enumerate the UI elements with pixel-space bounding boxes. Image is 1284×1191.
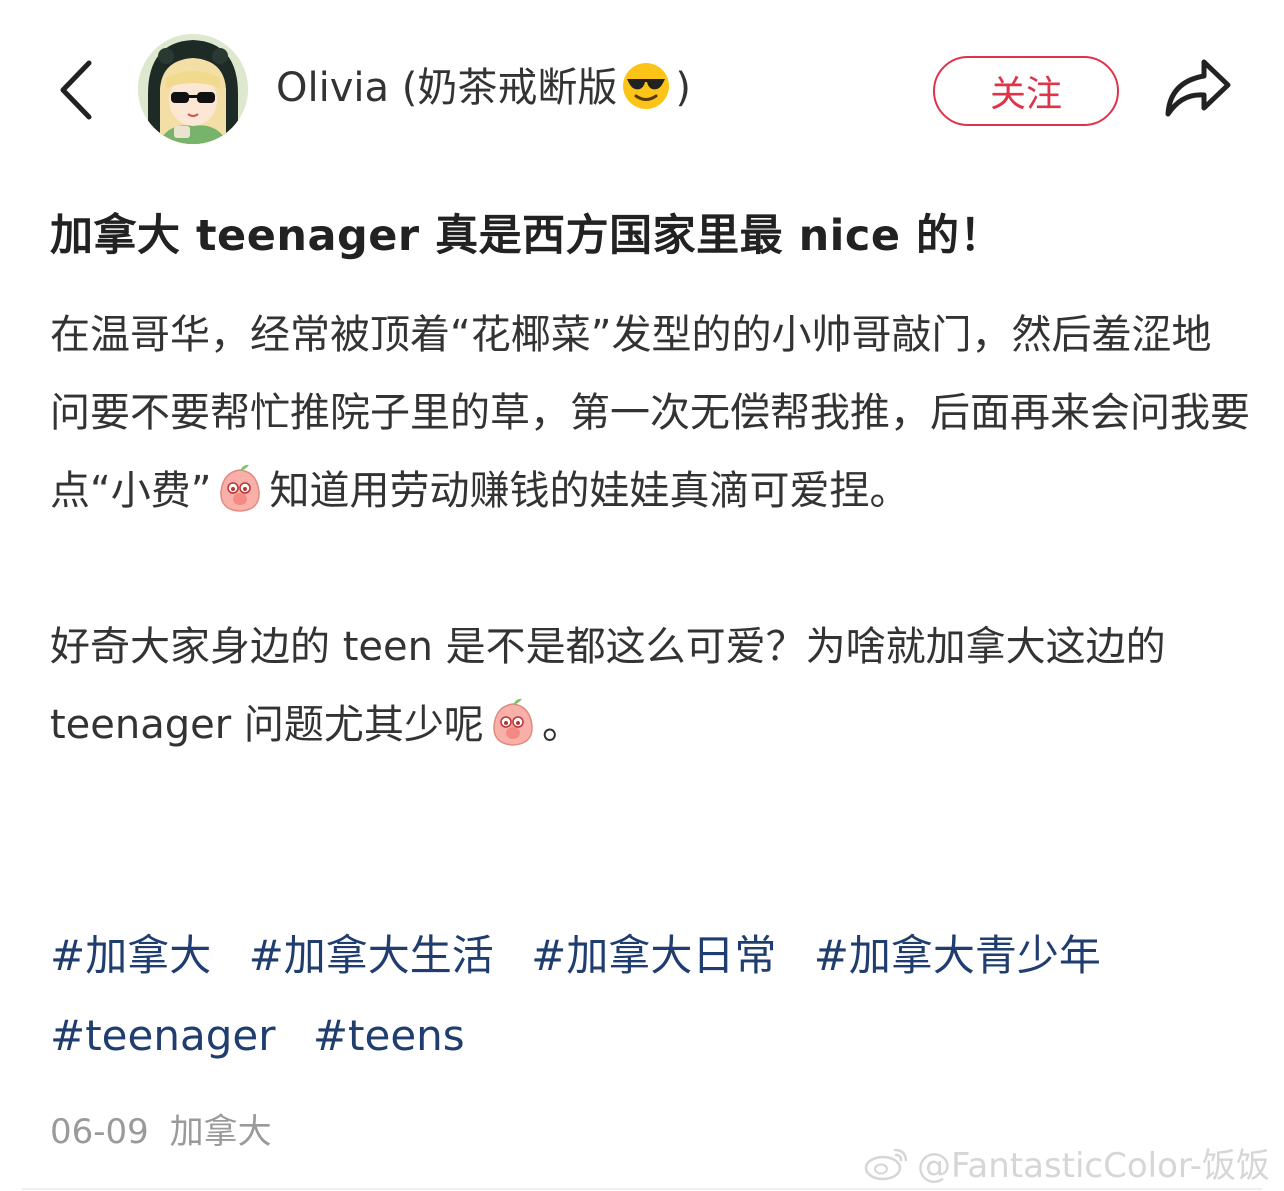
divider <box>22 1188 1262 1190</box>
post-location: 加拿大 <box>169 1112 272 1152</box>
hashtag-link[interactable]: #加拿大 <box>50 931 211 980</box>
watermark-text: @FantasticColor-饭饭 <box>916 1146 1270 1186</box>
hashtag-link[interactable]: #teens <box>313 1011 465 1060</box>
hashtag-link[interactable]: #加拿大日常 <box>531 931 776 980</box>
post-date: 06-09 <box>50 1112 149 1152</box>
hashtag-list: #加拿大 #加拿大生活 #加拿大日常 #加拿大青少年 #teenager #te… <box>50 916 1170 1076</box>
share-arrow-icon <box>1165 59 1231 117</box>
peach-blush-emoji-icon <box>213 462 267 516</box>
share-button[interactable] <box>1160 52 1234 126</box>
post-title: 加拿大 teenager 真是西方国家里最 nice 的！ <box>50 211 1004 261</box>
post-body: 在温哥华，经常被顶着“花椰菜”发型的的小帅哥敲门，然后羞涩地问要不要帮忙推院子里… <box>50 296 1250 764</box>
hashtag-link[interactable]: #加拿大青少年 <box>814 931 1101 980</box>
back-button[interactable] <box>40 50 110 130</box>
body-paragraph-2-text-a: 好奇大家身边的 teen 是不是都这么可爱？为啥就加拿大这边的 teenager… <box>50 624 1166 748</box>
hashtag-link[interactable]: #加拿大生活 <box>249 931 494 980</box>
watermark: @FantasticColor-饭饭 <box>863 1138 1270 1187</box>
chevron-left-icon <box>60 60 92 120</box>
body-paragraph-1-text-b: 知道用劳动赚钱的娃娃真滴可爱捏。 <box>269 468 910 514</box>
author-name-suffix: ) <box>675 65 691 111</box>
follow-button[interactable]: 关注 <box>933 56 1119 126</box>
body-paragraph-2: 好奇大家身边的 teen 是不是都这么可爱？为啥就加拿大这边的 teenager… <box>50 608 1250 764</box>
peach-blush-emoji-icon <box>486 696 540 750</box>
body-paragraph-1: 在温哥华，经常被顶着“花椰菜”发型的的小帅哥敲门，然后羞涩地问要不要帮忙推院子里… <box>50 296 1250 530</box>
hashtag-link[interactable]: #teenager <box>50 1011 275 1060</box>
weibo-icon <box>864 1148 908 1180</box>
author-name[interactable]: Olivia (奶茶戒断版 ) <box>276 60 691 116</box>
smiling-face-with-sunglasses-icon <box>621 61 671 111</box>
author-name-text: Olivia (奶茶戒断版 <box>276 65 618 111</box>
author-avatar[interactable] <box>138 34 248 144</box>
body-paragraph-2-text-b: 。 <box>541 702 582 748</box>
post-meta: 06-09 加拿大 <box>50 1104 272 1153</box>
